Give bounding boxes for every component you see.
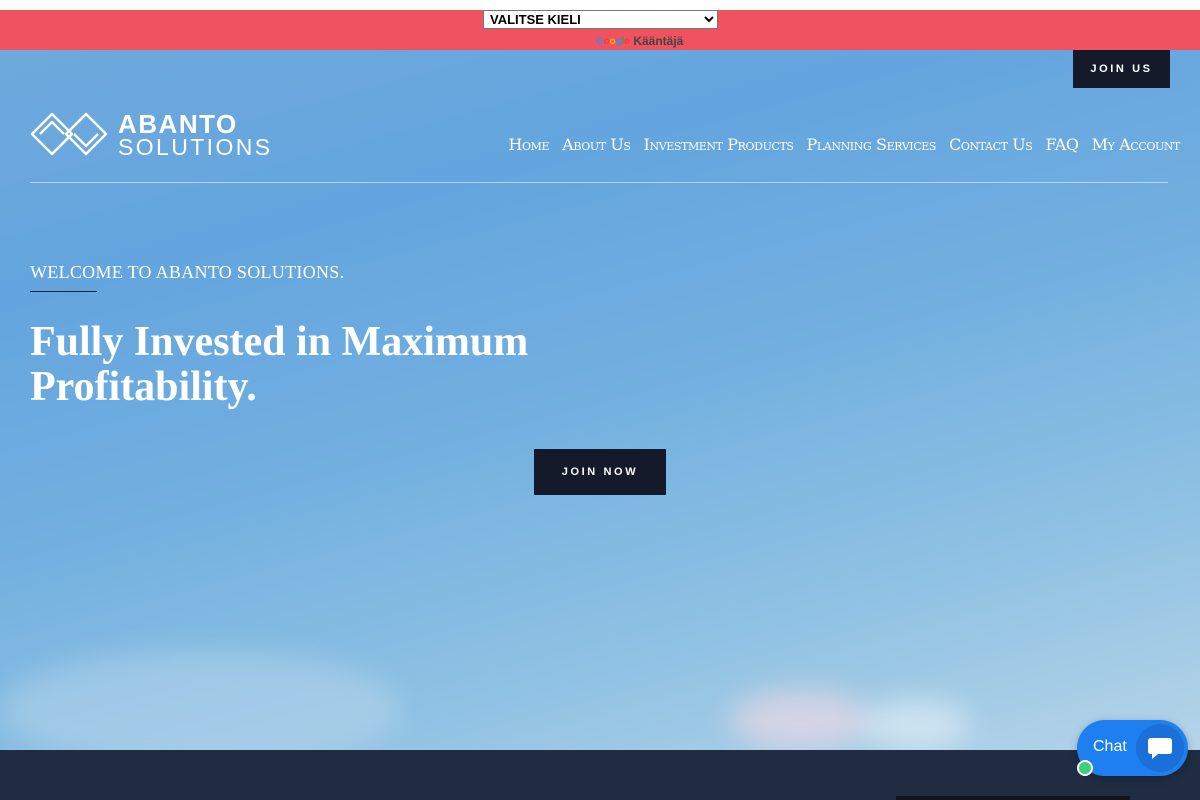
translate-label[interactable]: Kääntäjä (633, 34, 683, 48)
hero-headline: Fully Invested in Maximum Profitability. (30, 319, 529, 410)
hero-welcome-text: WELCOME TO ABANTO SOLUTIONS. (30, 262, 345, 282)
chat-launcher-button[interactable]: Chat (1077, 720, 1188, 776)
background-cloud (0, 650, 400, 750)
background-cloud (730, 690, 870, 750)
nav-item-home[interactable]: Home (509, 135, 550, 154)
chat-icon-circle (1136, 724, 1184, 772)
main-navigation: Home About Us Investment Products Planni… (509, 135, 1181, 154)
powered-by-google: Google Kääntäjä (596, 33, 683, 49)
nav-item-contact-us[interactable]: Contact Us (949, 135, 1033, 154)
chat-label: Chat (1093, 738, 1127, 755)
online-status-dot (1077, 760, 1093, 776)
google-logo: Google (596, 35, 630, 47)
footer-element (896, 796, 1130, 800)
join-us-button[interactable]: JOIN US (1073, 50, 1170, 88)
google-translate-bar: VALITSE KIELI Google Kääntäjä (0, 10, 1200, 50)
welcome-underline (30, 291, 97, 292)
nav-item-planning-services[interactable]: Planning Services (807, 135, 937, 154)
site-logo[interactable]: ABANTO SOLUTIONS (30, 110, 310, 160)
nav-item-investment-products[interactable]: Investment Products (644, 135, 794, 154)
join-now-button[interactable]: JOIN NOW (534, 449, 666, 495)
background-cloud (860, 700, 970, 750)
nav-item-about-us[interactable]: About Us (562, 135, 631, 154)
chat-bubble-icon (1148, 738, 1172, 759)
header-divider (30, 182, 1168, 183)
hero-section: JOIN US ABANTO SOLUTIONS Home About Us I… (0, 50, 1200, 750)
language-select[interactable]: VALITSE KIELI (483, 10, 718, 29)
top-strip (0, 0, 1200, 10)
handshake-logo-icon (30, 112, 108, 156)
nav-item-faq[interactable]: FAQ (1045, 135, 1079, 154)
footer-section (0, 750, 1200, 800)
nav-item-my-account[interactable]: My Account (1092, 135, 1181, 154)
logo-wordmark-bottom: SOLUTIONS (118, 134, 273, 160)
